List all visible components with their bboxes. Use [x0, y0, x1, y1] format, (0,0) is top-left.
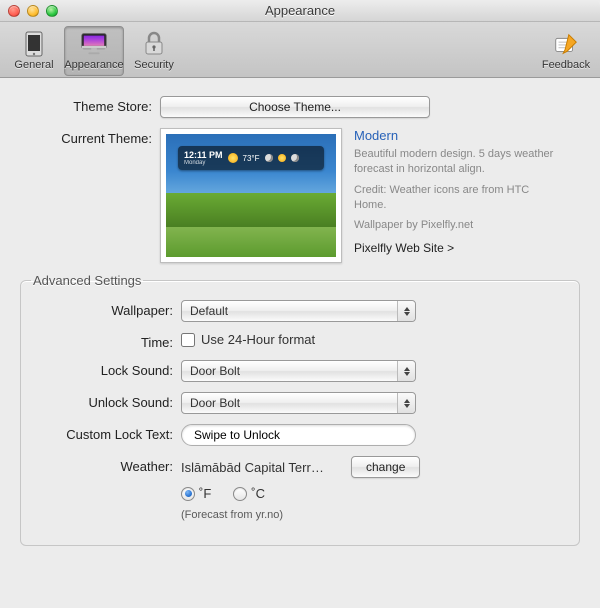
custom-lock-text-label: Custom Lock Text:	[21, 424, 181, 442]
toolbar-item-general[interactable]: General	[4, 26, 64, 76]
theme-credit: Credit: Weather icons are from HTC Home.	[354, 183, 554, 213]
unlock-sound-label: Unlock Sound:	[21, 392, 181, 410]
use-24h-checkbox-input[interactable]	[181, 333, 195, 347]
forecast-source-note: (Forecast from yr.no)	[181, 509, 579, 521]
custom-lock-text-input[interactable]	[181, 424, 416, 446]
dropdown-arrows-icon	[397, 361, 415, 381]
unit-f-radio[interactable]: ˚F	[181, 486, 211, 501]
theme-website-link[interactable]: Pixelfly Web Site >	[354, 241, 454, 255]
wallpaper-label: Wallpaper:	[21, 300, 181, 318]
preferences-toolbar: General Appearance	[0, 22, 600, 78]
weather-label: Weather:	[21, 456, 181, 474]
close-window-button[interactable]	[8, 5, 20, 17]
radio-icon	[181, 487, 195, 501]
preview-time: 12:11 PM	[184, 150, 223, 160]
current-theme-label: Current Theme:	[0, 128, 160, 146]
phone-icon	[20, 30, 48, 58]
unlock-sound-value: Door Bolt	[190, 396, 240, 410]
toolbar-label-feedback: Feedback	[542, 59, 590, 71]
lock-sound-select[interactable]: Door Bolt	[181, 360, 416, 382]
toolbar-item-feedback[interactable]: Feedback	[536, 26, 596, 76]
content-area: Theme Store: Choose Theme... Current The…	[0, 78, 600, 608]
unlock-sound-select[interactable]: Door Bolt	[181, 392, 416, 414]
theme-info: Modern Beautiful modern design. 5 days w…	[354, 128, 554, 263]
toolbar-label-general: General	[14, 59, 53, 71]
cloud-icon	[291, 154, 299, 162]
unit-f-label: ˚F	[199, 486, 211, 501]
use-24h-checkbox[interactable]: Use 24-Hour format	[181, 332, 315, 347]
toolbar-label-security: Security	[134, 59, 174, 71]
toolbar-item-security[interactable]: Security	[124, 26, 184, 76]
unit-c-radio[interactable]: ˚C	[233, 486, 265, 501]
time-label: Time:	[21, 332, 181, 350]
wallpaper-select[interactable]: Default	[181, 300, 416, 322]
dropdown-arrows-icon	[397, 301, 415, 321]
pencil-note-icon	[552, 30, 580, 58]
radio-icon	[233, 487, 247, 501]
window-title: Appearance	[0, 3, 600, 18]
titlebar: Appearance	[0, 0, 600, 22]
theme-store-label: Theme Store:	[0, 96, 160, 114]
sun-small-icon	[278, 154, 286, 162]
sun-icon	[228, 153, 238, 163]
weather-change-button[interactable]: change	[351, 456, 420, 478]
padlock-icon	[140, 30, 168, 58]
imac-icon	[80, 30, 108, 58]
preview-day: Monday	[184, 160, 223, 166]
wallpaper-value: Default	[190, 304, 228, 318]
preview-temp: 73°F	[243, 154, 260, 163]
choose-theme-button[interactable]: Choose Theme...	[160, 96, 430, 118]
toolbar-label-appearance: Appearance	[64, 59, 123, 71]
use-24h-checkbox-label: Use 24-Hour format	[201, 332, 315, 347]
theme-description: Beautiful modern design. 5 days weather …	[354, 147, 554, 177]
toolbar-item-appearance[interactable]: Appearance	[64, 26, 124, 76]
advanced-settings-group: Advanced Settings Wallpaper: Default Tim…	[20, 273, 580, 546]
minimize-window-button[interactable]	[27, 5, 39, 17]
theme-preview-thumbnail: 12:11 PM Monday 73°F	[160, 128, 342, 263]
window-controls	[8, 5, 58, 17]
unit-c-label: ˚C	[251, 486, 265, 501]
weather-location: Islāmābād Capital Terr…	[181, 460, 341, 475]
advanced-settings-legend: Advanced Settings	[31, 273, 143, 288]
lock-sound-label: Lock Sound:	[21, 360, 181, 378]
moon-icon	[265, 154, 273, 162]
theme-wallpaper-credit: Wallpaper by Pixelfly.net	[354, 218, 554, 233]
theme-name: Modern	[354, 128, 554, 143]
lock-sound-value: Door Bolt	[190, 364, 240, 378]
dropdown-arrows-icon	[397, 393, 415, 413]
zoom-window-button[interactable]	[46, 5, 58, 17]
